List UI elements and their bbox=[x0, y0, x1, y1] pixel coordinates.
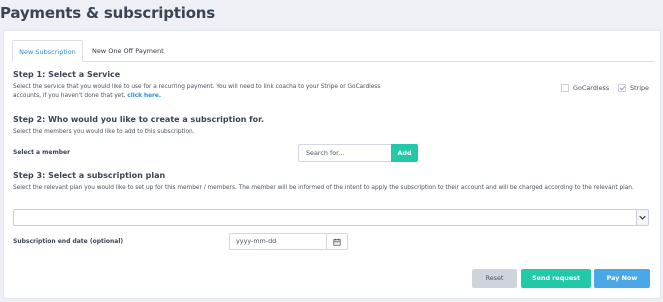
stripe-label: Stripe bbox=[630, 84, 649, 92]
option-stripe[interactable]: Stripe bbox=[618, 83, 649, 93]
pay-now-button[interactable]: Pay Now bbox=[594, 269, 650, 288]
chevron-down-icon[interactable] bbox=[636, 210, 648, 225]
step1-description: Select the service that you would like t… bbox=[13, 83, 383, 101]
step2-description: Select the members you would like to add… bbox=[13, 129, 195, 135]
send-request-button[interactable]: Send request bbox=[521, 269, 591, 288]
add-member-button[interactable]: Add bbox=[391, 144, 418, 162]
subscription-card: New Subscription New One Off Payment Ste… bbox=[3, 30, 661, 299]
step3-description: Select the relevant plan you would like … bbox=[13, 185, 634, 191]
option-gocardless[interactable]: GoCardless bbox=[561, 83, 609, 93]
end-date-placeholder: yyyy-mm-dd bbox=[236, 237, 277, 245]
tab-new-one-off-payment[interactable]: New One Off Payment bbox=[92, 40, 164, 62]
plan-select[interactable] bbox=[13, 209, 649, 226]
step3-heading: Step 3: Select a subscription plan bbox=[13, 171, 166, 180]
calendar-icon[interactable] bbox=[326, 234, 347, 249]
select-member-label: Select a member bbox=[13, 149, 71, 156]
stripe-checkbox[interactable] bbox=[618, 84, 626, 92]
page-title: Payments & subscriptions bbox=[0, 4, 215, 22]
gocardless-label: GoCardless bbox=[573, 84, 610, 92]
step2-heading: Step 2: Who would you like to create a s… bbox=[13, 115, 265, 124]
gocardless-checkbox[interactable] bbox=[561, 84, 569, 92]
connect-accounts-link[interactable]: click here. bbox=[127, 93, 161, 99]
tab-new-subscription[interactable]: New Subscription bbox=[12, 40, 83, 62]
reset-button[interactable]: Reset bbox=[472, 269, 517, 288]
step1-heading: Step 1: Select a Service bbox=[13, 70, 121, 79]
tab-bar: New Subscription New One Off Payment bbox=[12, 40, 654, 62]
step1-description-text: Select the service that you would like t… bbox=[13, 84, 381, 99]
end-date-input[interactable]: yyyy-mm-dd bbox=[229, 233, 348, 250]
member-search-input[interactable]: Search for... bbox=[298, 144, 391, 162]
end-date-label: Subscription end date (optional) bbox=[13, 238, 124, 245]
